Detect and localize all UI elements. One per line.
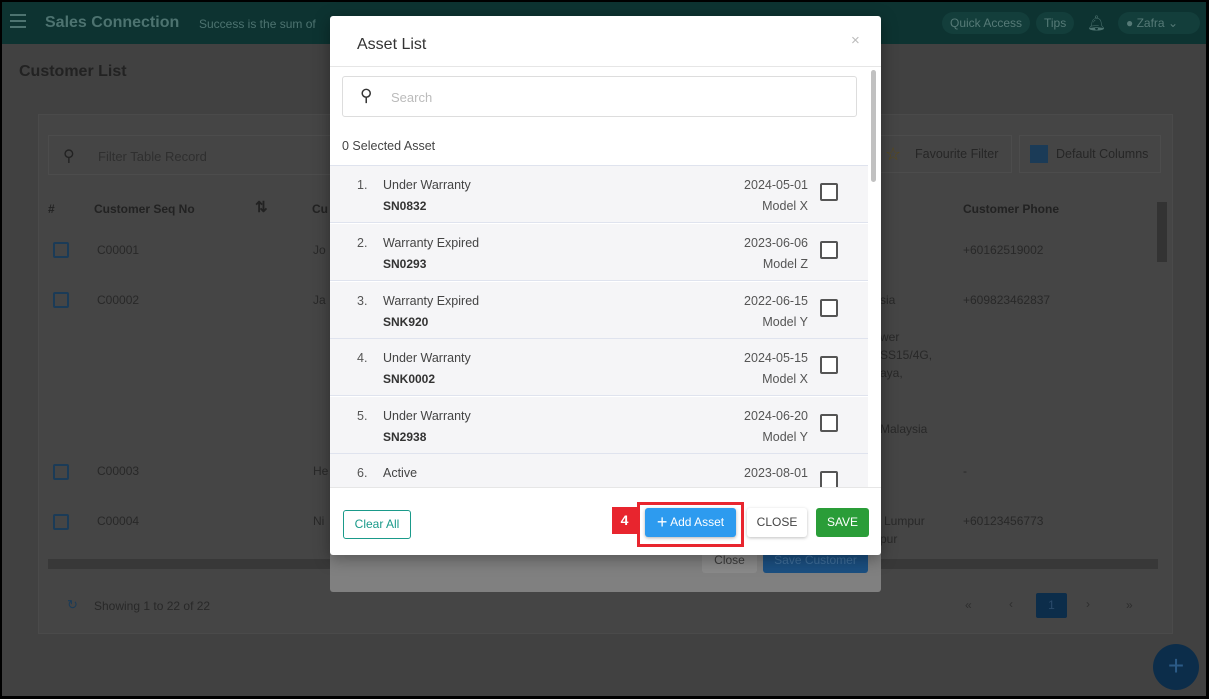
columns-icon	[1030, 145, 1048, 163]
filter-input[interactable]: ⚲ Filter Table Record	[48, 135, 338, 175]
filter-placeholder: Filter Table Record	[98, 149, 207, 164]
list-item[interactable]: 6. Active 2023-08-01	[330, 454, 868, 487]
list-item[interactable]: 4. Under Warranty SNK0002 2024-05-15 Model X	[330, 339, 868, 396]
edit-icon[interactable]	[53, 242, 69, 258]
close-icon[interactable]: ×	[851, 32, 860, 49]
quick-access-button[interactable]: Quick Access	[942, 12, 1031, 34]
clear-all-button[interactable]: Clear All	[343, 510, 411, 539]
sort-icon[interactable]: ⇅	[255, 198, 268, 216]
page-title: Customer List	[19, 63, 127, 80]
asset-search-input[interactable]: ⚲ Search	[342, 76, 857, 117]
app-title: Sales Connection	[45, 14, 180, 31]
last-page-button[interactable]: »	[1126, 598, 1133, 612]
asset-checkbox[interactable]	[820, 299, 838, 317]
asset-checkbox[interactable]	[820, 241, 838, 259]
star-icon: ☆	[885, 144, 902, 164]
user-menu[interactable]: ● Zafra ⌄	[1118, 12, 1200, 34]
showing-text: Showing 1 to 22 of 22	[94, 599, 211, 613]
asset-checkbox[interactable]	[820, 471, 838, 487]
plus-icon: +	[656, 512, 668, 532]
col-header-phone[interactable]: Customer Phone	[963, 202, 1059, 216]
step-annotation-badge: 4	[612, 507, 637, 534]
asset-checkbox[interactable]	[820, 356, 838, 374]
default-columns-button[interactable]: Default Columns	[1019, 135, 1161, 173]
col-header-seq[interactable]: Customer Seq No	[94, 202, 195, 216]
modal-title: Asset List	[357, 36, 427, 53]
asset-list: 1. Under Warranty SN0832 2024-05-01 Model X …	[330, 165, 868, 487]
page-1-button[interactable]: 1	[1036, 593, 1067, 618]
save-button[interactable]: SAVE	[816, 508, 869, 537]
user-name: Zafra	[1136, 16, 1165, 30]
close-button[interactable]: CLOSE	[747, 508, 807, 537]
search-icon: ⚲	[63, 148, 75, 165]
bell-icon[interactable]: 🔔︎	[1087, 14, 1106, 32]
next-page-button[interactable]: ›	[1086, 597, 1090, 611]
first-page-button[interactable]: «	[965, 598, 972, 612]
vertical-scrollbar[interactable]	[1157, 202, 1167, 262]
list-item[interactable]: 5. Under Warranty SN2938 2024-06-20 Model Y	[330, 397, 868, 454]
menu-icon[interactable]	[10, 14, 26, 28]
list-item[interactable]: 1. Under Warranty SN0832 2024-05-01 Model X	[330, 166, 868, 223]
modal-scrollbar[interactable]	[871, 70, 876, 182]
add-asset-button[interactable]: + Add Asset	[645, 508, 736, 537]
refresh-icon[interactable]: ↻	[67, 597, 78, 613]
asset-checkbox[interactable]	[820, 183, 838, 201]
list-item[interactable]: 3. Warranty Expired SNK920 2022-06-15 Model …	[330, 282, 868, 339]
chevron-down-icon: ⌄	[1167, 16, 1179, 30]
tagline: Success is the sum of	[199, 17, 316, 31]
selected-count: 0 Selected Asset	[342, 139, 436, 153]
edit-icon[interactable]	[53, 514, 69, 530]
prev-page-button[interactable]: ‹	[1009, 597, 1013, 611]
asset-list-modal: Asset List × ⚲ Search 0 Selected Asset 1…	[330, 16, 881, 555]
fab-add-button[interactable]: +	[1153, 644, 1199, 690]
col-header-name[interactable]: Cu	[312, 202, 328, 216]
edit-icon[interactable]	[53, 292, 69, 308]
edit-icon[interactable]	[53, 464, 69, 480]
list-item[interactable]: 2. Warranty Expired SN0293 2023-06-06 Model …	[330, 224, 868, 281]
asset-checkbox[interactable]	[820, 414, 838, 432]
favourite-filter-button[interactable]: ☆ Favourite Filter	[872, 135, 1012, 173]
tips-button[interactable]: Tips	[1036, 12, 1075, 34]
user-icon: ●	[1126, 16, 1134, 30]
app-window: Sales Connection Success is the sum of Q…	[2, 2, 1206, 696]
search-icon: ⚲	[360, 86, 373, 105]
col-header-index: #	[48, 202, 55, 216]
